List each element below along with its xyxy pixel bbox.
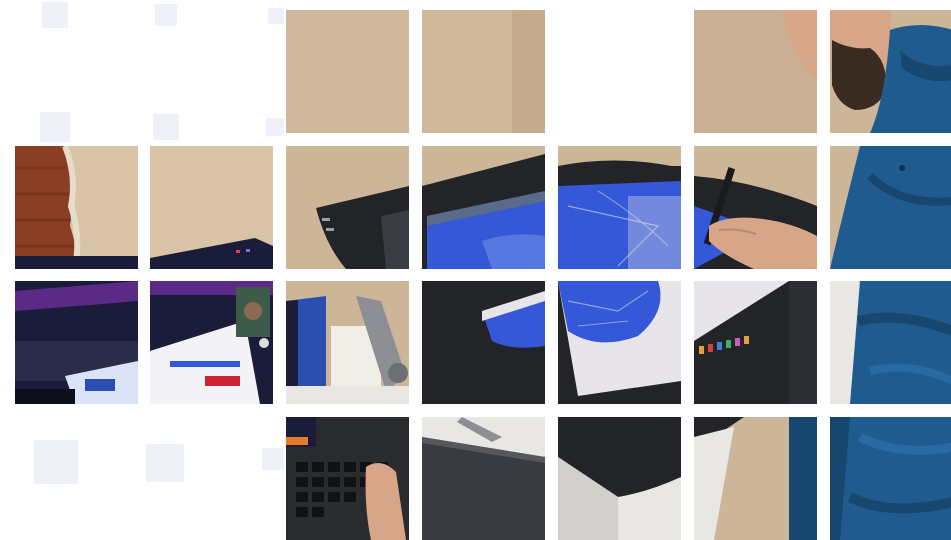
ghost-square (146, 444, 184, 482)
photo-tile-wall (422, 10, 545, 133)
photo-tile-tablet-screen (422, 281, 545, 404)
brick-shape (15, 146, 77, 269)
photo-tile-tablet-toolbar (694, 281, 817, 404)
photo-tile-screen (558, 146, 681, 269)
photo-tile-face (830, 10, 951, 133)
photo-tile-wall (286, 10, 409, 133)
photo-tile-laptop-screen (150, 281, 273, 404)
photo-mosaic (0, 0, 951, 540)
ghost-square (262, 448, 284, 470)
photo-tile-shirt (830, 146, 951, 269)
photo-tile-shirt (830, 281, 951, 404)
ghost-square (42, 2, 68, 28)
photo-tile-laptop-top (150, 146, 273, 269)
photo-tile-wall (694, 10, 817, 133)
photo-tile-shirt (830, 417, 951, 540)
photo-tile-brick (15, 146, 138, 269)
photo-tile-screen (422, 146, 545, 269)
ghost-square (268, 8, 284, 24)
ghost-square (153, 114, 179, 140)
photo-tile-tablet-screen (558, 281, 681, 404)
photo-tile-tablet-corner (286, 146, 409, 269)
photo-tile-hand-stylus (694, 146, 817, 269)
photo-tile-tablet-stand (286, 281, 409, 404)
ghost-square (34, 440, 78, 484)
ghost-square (155, 4, 177, 26)
ghost-square (266, 118, 284, 136)
photo-tile-laptop-body (422, 417, 545, 540)
photo-tile-laptop-screen (15, 281, 138, 404)
photo-tile-desk-legs (694, 417, 817, 540)
photo-tile-tablet-bottom (558, 417, 681, 540)
ghost-square (40, 112, 70, 142)
photo-tile-keyboard (286, 417, 409, 540)
